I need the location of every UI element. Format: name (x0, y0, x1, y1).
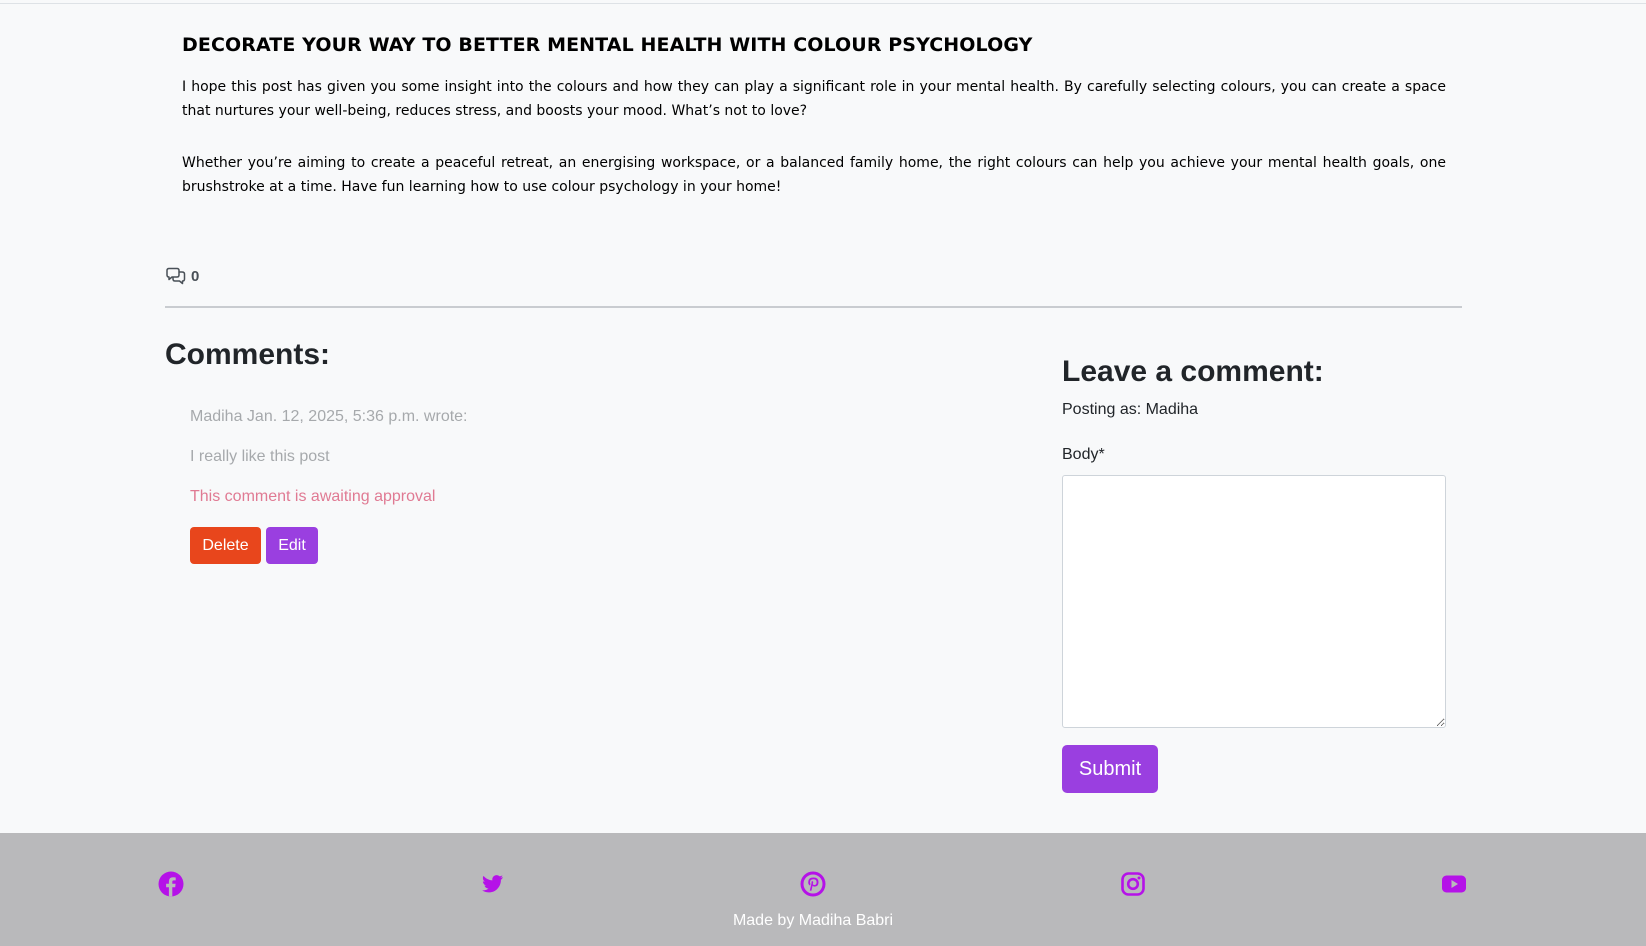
instagram-icon[interactable] (1120, 871, 1146, 897)
post-paragraph: Whether you’re aiming to create a peacef… (182, 155, 1446, 195)
youtube-icon[interactable] (1441, 871, 1467, 897)
section-divider (165, 306, 1462, 308)
comments-title: Comments: (165, 338, 331, 371)
body-field-label: Body* (1062, 446, 1105, 463)
comment-meta: Madiha Jan. 12, 2025, 5:36 p.m. wrote: (190, 408, 468, 425)
post-paragraph: I hope this post has given you some insi… (182, 79, 1446, 119)
edit-comment-button[interactable]: Edit (266, 527, 318, 564)
twitter-icon[interactable] (479, 871, 505, 897)
site-footer: Made by Madiha Babri (0, 833, 1646, 946)
delete-comment-button[interactable]: Delete (190, 527, 261, 564)
comment-body-textarea[interactable] (1062, 475, 1446, 728)
leave-comment-title: Leave a comment: (1062, 355, 1324, 388)
facebook-icon[interactable] (158, 871, 184, 897)
comment-body: I really like this post (190, 448, 330, 465)
submit-comment-button[interactable]: Submit (1062, 745, 1158, 793)
footer-credit: Made by Madiha Babri (732, 912, 894, 929)
comment-count-value: 0 (191, 267, 200, 285)
posting-as-label: Posting as: Madiha (1062, 401, 1199, 418)
comments-icon (166, 267, 186, 285)
comment-count: 0 (165, 267, 199, 285)
comment-status: This comment is awaiting approval (190, 488, 436, 505)
post-section-heading: DECORATE YOUR WAY TO BETTER MENTAL HEALT… (182, 34, 1033, 56)
pinterest-icon[interactable] (800, 871, 826, 897)
top-divider (0, 3, 1646, 4)
